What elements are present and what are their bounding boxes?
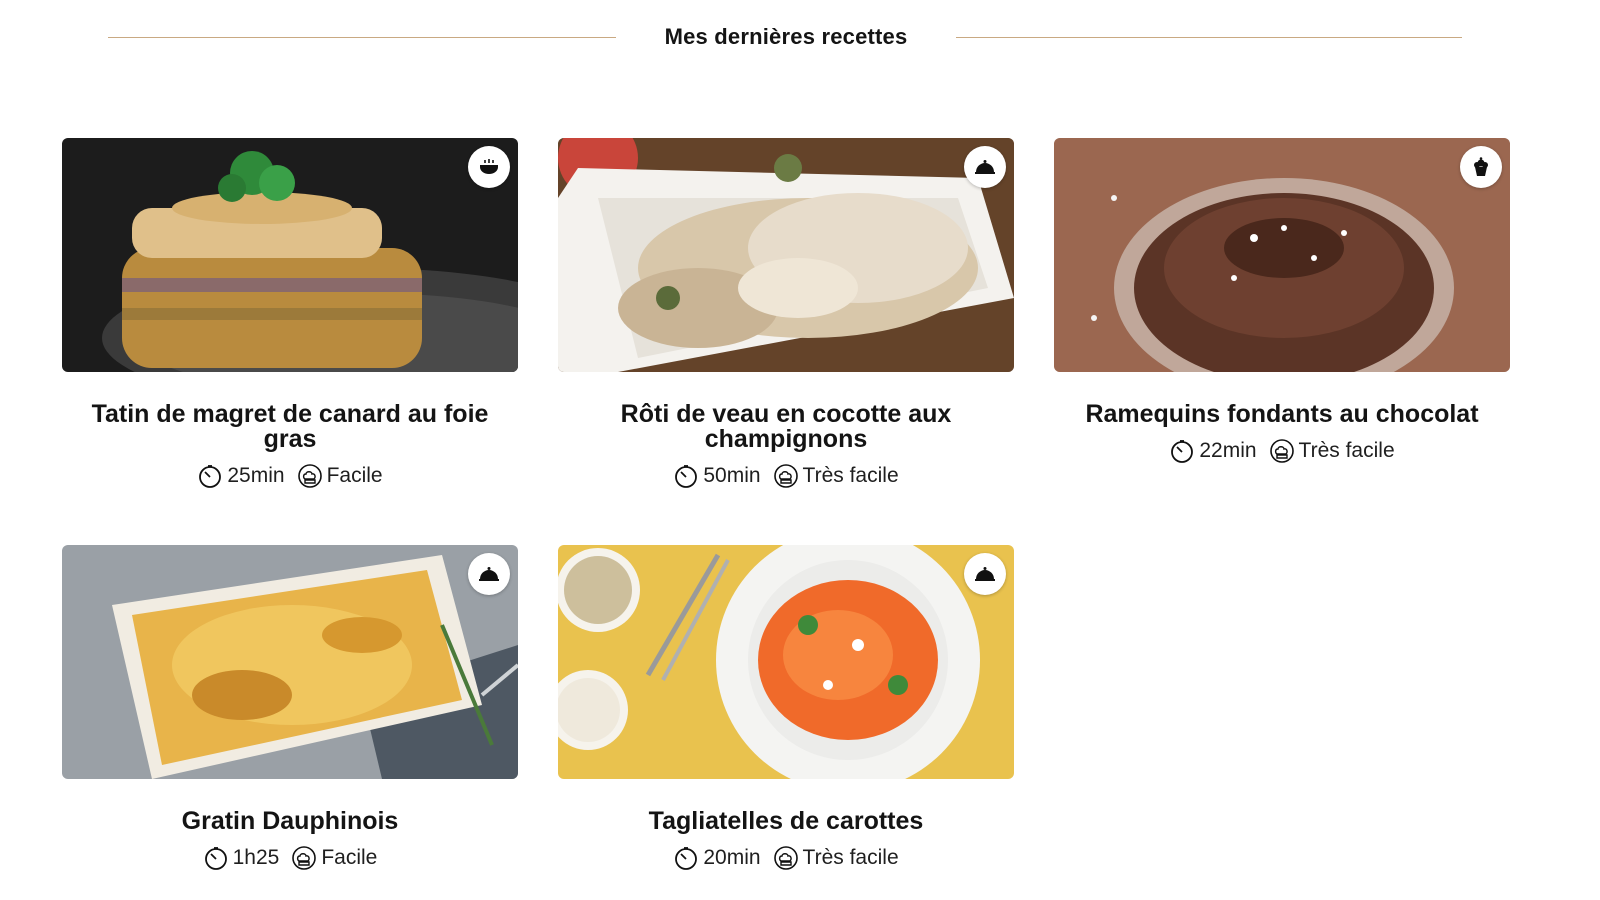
cloche-icon [975, 567, 995, 581]
difficulty: Facile [291, 845, 377, 871]
cupcake-icon [1474, 157, 1488, 176]
chef-hat-icon [773, 464, 798, 488]
timer-icon [675, 847, 698, 870]
recipe-photo [62, 138, 518, 372]
timer-icon [204, 847, 227, 870]
category-badge[interactable] [468, 146, 510, 188]
chef-hat-icon [773, 846, 798, 870]
recipe-card[interactable]: Tatin de magret de canard au foie gras 2… [62, 138, 518, 490]
recipe-image[interactable] [1054, 138, 1510, 372]
cloche-icon [975, 160, 995, 174]
recipe-image[interactable] [62, 545, 518, 779]
divider-right [956, 37, 1462, 38]
timer-icon [1171, 440, 1194, 463]
recipe-photo [1054, 138, 1510, 372]
timer-icon [675, 465, 698, 488]
category-badge[interactable] [964, 146, 1006, 188]
prep-time-value: 25min [227, 464, 285, 487]
prep-time: 1h25 [203, 845, 280, 871]
recipe-card[interactable]: Ramequins fondants au chocolat 22min Trè… [1054, 138, 1510, 465]
prep-time: 20min [673, 845, 761, 871]
prep-time: 25min [197, 463, 285, 489]
recipe-meta: 20min Très facile [558, 844, 1014, 872]
category-badge[interactable] [964, 553, 1006, 595]
difficulty: Très facile [773, 845, 899, 871]
difficulty: Facile [297, 463, 383, 489]
prep-time-value: 22min [1199, 439, 1257, 462]
difficulty: Très facile [773, 463, 899, 489]
chef-hat-icon [1269, 439, 1294, 463]
recipe-image[interactable] [558, 138, 1014, 372]
recipe-meta: 1h25 Facile [62, 844, 518, 872]
recipe-meta: 25min Facile [62, 462, 518, 490]
recipe-card[interactable]: Tagliatelles de carottes 20min Très faci… [558, 545, 1014, 872]
recipe-meta: 22min Très facile [1054, 437, 1510, 465]
recipe-photo [558, 138, 1014, 372]
recipe-title[interactable]: Gratin Dauphinois [62, 809, 518, 834]
difficulty-value: Facile [321, 846, 378, 869]
divider-left [108, 37, 616, 38]
timer-icon [199, 465, 222, 488]
difficulty-value: Très facile [802, 846, 899, 869]
recipe-meta: 50min Très facile [558, 462, 1014, 490]
difficulty-value: Très facile [1298, 439, 1395, 462]
cloche-icon [479, 567, 499, 581]
prep-time-value: 20min [703, 846, 761, 869]
prep-time-value: 1h25 [232, 846, 280, 869]
chef-hat-icon [292, 846, 317, 870]
section-title: Mes dernières recettes [664, 24, 908, 49]
recipe-photo [62, 545, 518, 779]
soup-bowl-icon [480, 159, 498, 174]
section-header: Mes dernières recettes [108, 18, 1462, 58]
recipe-image[interactable] [558, 545, 1014, 779]
difficulty: Très facile [1269, 438, 1395, 464]
recipe-title[interactable]: Ramequins fondants au chocolat [1054, 402, 1510, 427]
recipe-photo [558, 545, 1014, 779]
prep-time: 22min [1169, 438, 1257, 464]
recipe-card[interactable]: Rôti de veau en cocotte aux champignons … [558, 138, 1014, 490]
recipe-card[interactable]: Gratin Dauphinois 1h25 Facile [62, 545, 518, 872]
prep-time-value: 50min [703, 464, 761, 487]
recipe-image[interactable] [62, 138, 518, 372]
recipe-title[interactable]: Rôti de veau en cocotte aux champignons [558, 402, 1014, 452]
category-badge[interactable] [468, 553, 510, 595]
recipe-title[interactable]: Tatin de magret de canard au foie gras [62, 402, 518, 452]
chef-hat-icon [297, 464, 322, 488]
difficulty-value: Facile [326, 464, 383, 487]
difficulty-value: Très facile [802, 464, 899, 487]
recipe-title[interactable]: Tagliatelles de carottes [558, 809, 1014, 834]
prep-time: 50min [673, 463, 761, 489]
category-badge[interactable] [1460, 146, 1502, 188]
